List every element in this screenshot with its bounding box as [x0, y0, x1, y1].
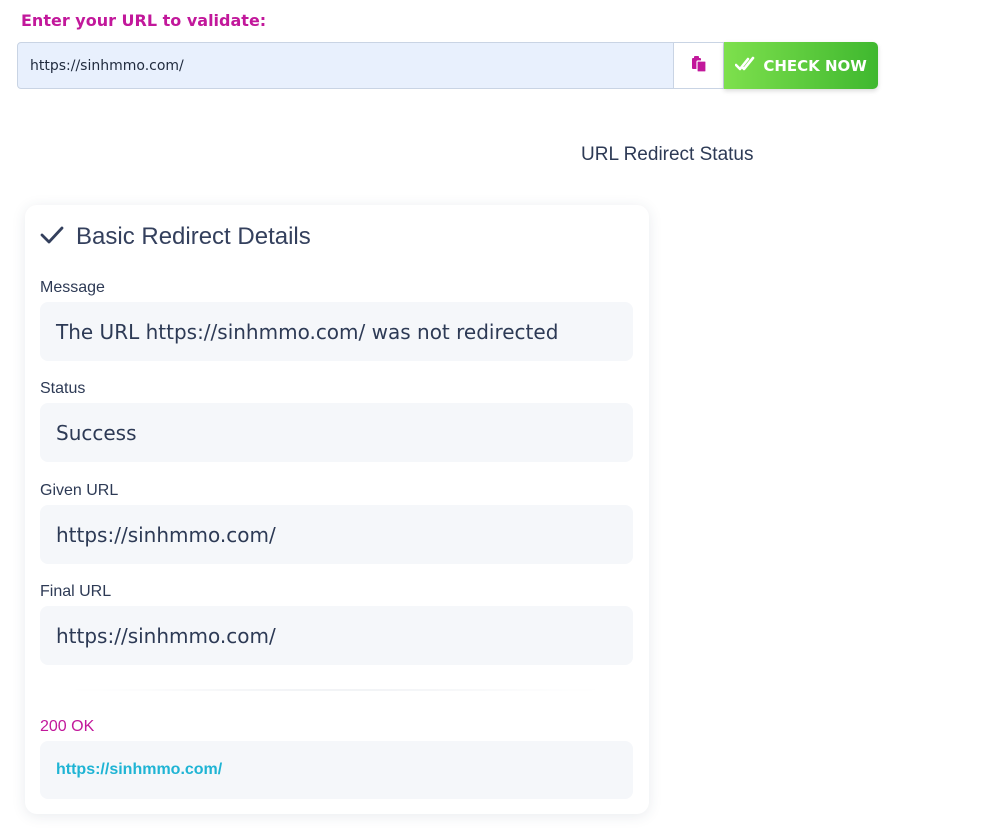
given-url-value: https://sinhmmo.com/ [40, 505, 633, 564]
redirect-details-card: Basic Redirect Details Message The URL h… [25, 205, 649, 814]
check-now-label: CHECK NOW [763, 56, 867, 75]
final-url-link[interactable]: https://sinhmmo.com/ [56, 761, 222, 779]
page: Enter your URL to validate: CHECK NOW UR [0, 0, 1003, 839]
message-label: Message [40, 279, 105, 296]
section-title: URL Redirect Status [581, 144, 754, 165]
card-header: Basic Redirect Details [40, 223, 311, 251]
final-url-label: Final URL [40, 583, 112, 600]
message-value: The URL https://sinhmmo.com/ was not red… [40, 302, 633, 361]
check-icon [40, 225, 64, 249]
status-label: Status [40, 380, 86, 397]
given-url-label: Given URL [40, 482, 119, 499]
final-link-box: https://sinhmmo.com/ [40, 741, 633, 799]
url-input[interactable] [17, 42, 675, 89]
paste-button[interactable] [674, 42, 725, 89]
final-url-value: https://sinhmmo.com/ [40, 606, 633, 665]
divider [75, 689, 595, 691]
url-form: CHECK NOW [17, 42, 878, 89]
card-title: Basic Redirect Details [76, 223, 311, 250]
url-input-label: Enter your URL to validate: [21, 11, 267, 30]
paste-icon [690, 55, 708, 77]
check-now-button[interactable]: CHECK NOW [724, 42, 878, 89]
status-code-badge: 200 OK [40, 718, 95, 735]
status-value: Success [40, 403, 633, 462]
double-check-icon [735, 55, 755, 77]
